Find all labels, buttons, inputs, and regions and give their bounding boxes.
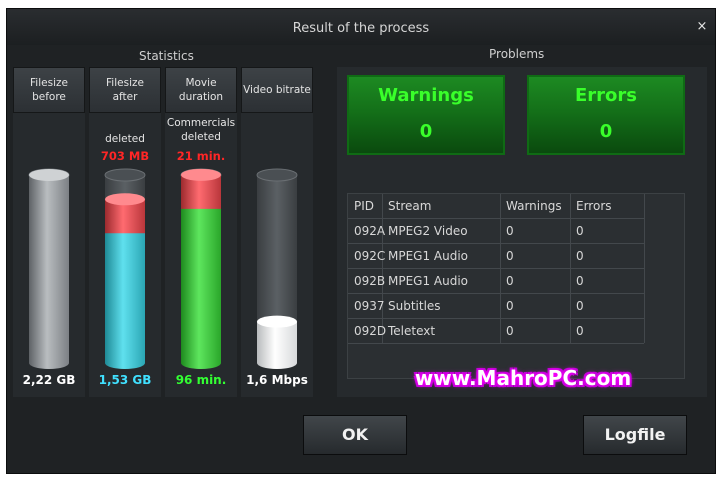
cylinder-fill — [181, 208, 221, 369]
streams-table: PID Stream Warnings Errors 092A MPEG2 Video 0 0… — [347, 193, 685, 379]
table-cell: 092A — [354, 224, 386, 238]
cylinder-fill — [105, 233, 145, 369]
ok-button[interactable]: OK — [303, 415, 407, 455]
stat-header-line2: before — [32, 91, 66, 103]
table-cell: 0937 — [354, 299, 385, 313]
stat-header-line2: after — [112, 91, 138, 103]
stat-deleted-amount: 703 MB — [100, 149, 150, 163]
table-column-divider — [644, 194, 645, 343]
stat-header-line1: Video bitrate — [243, 84, 311, 96]
stat-note-line2: deleted — [181, 131, 221, 143]
table-cell: MPEG2 Video — [388, 224, 468, 238]
stat-header-line1: Filesize — [30, 77, 68, 89]
warnings-title: Warnings — [378, 85, 474, 106]
table-header-cell: Stream — [388, 199, 432, 213]
table-row-divider — [348, 218, 644, 219]
table-cell: 0 — [506, 249, 514, 263]
result-dialog: Result of the process × Statistics Files… — [6, 8, 716, 474]
problems-label: Problems — [489, 47, 545, 61]
table-header-cell: Errors — [576, 199, 612, 213]
stat-column: Filesize after deleted 703 MB 1,53 GB — [89, 67, 161, 397]
stat-value: 1,6 Mbps — [246, 373, 308, 387]
cylinder-glass-top — [256, 168, 298, 182]
cylinder-deleted-top — [181, 168, 221, 181]
table-cell: 0 — [506, 224, 514, 238]
stat-note-line1: Commercials — [166, 117, 236, 129]
stat-cylinder — [28, 168, 70, 369]
stat-header-line1: Movie — [185, 77, 217, 89]
table-row-divider — [348, 343, 644, 344]
stat-header-line2: duration — [178, 91, 224, 103]
table-row-divider — [348, 293, 644, 294]
table-cell: 0 — [506, 274, 514, 288]
stat-header: Filesize after — [89, 67, 161, 113]
table-cell: 0 — [576, 324, 584, 338]
table-row-divider — [348, 268, 644, 269]
table-cell: 0 — [506, 299, 514, 313]
table-cell: 0 — [576, 249, 584, 263]
stat-header: Movie duration — [165, 67, 237, 113]
watermark-text: www.MahroPC.com — [414, 366, 632, 390]
dialog-title: Result of the process — [292, 21, 430, 36]
close-icon[interactable]: × — [695, 20, 709, 34]
table-cell: 0 — [576, 299, 584, 313]
stat-column: Movie duration Commercials deleted 21 min. 9… — [165, 67, 237, 397]
stat-cylinder — [180, 168, 222, 369]
table-header-cell: PID — [354, 199, 375, 213]
table-header-cell: Warnings — [506, 199, 562, 213]
cylinder-fill-top — [29, 169, 69, 181]
cylinder-fill — [257, 321, 297, 369]
stat-cylinder — [104, 168, 146, 369]
table-cell: 092D — [354, 324, 387, 338]
errors-title: Errors — [574, 85, 637, 106]
errors-count: 0 — [599, 121, 613, 142]
cylinder-deleted-top — [105, 193, 145, 206]
stat-header: Filesize before — [13, 67, 85, 113]
warnings-count: 0 — [419, 121, 433, 142]
logfile-button[interactable]: Logfile — [583, 415, 687, 455]
stat-value: 96 min. — [175, 373, 227, 387]
problems-panel: Warnings 0 Errors 0 PID Stream Warnings Err… — [337, 67, 707, 397]
stat-header: Video bitrate — [241, 67, 313, 113]
title-bar[interactable]: Result of the process × — [7, 9, 715, 45]
stat-deleted-amount: 21 min. — [176, 149, 226, 163]
table-row-divider — [348, 243, 644, 244]
table-cell: 0 — [576, 274, 584, 288]
table-row-divider — [348, 318, 644, 319]
table-cell: 0 — [576, 224, 584, 238]
table-cell: 0 — [506, 324, 514, 338]
table-cell: 092C — [354, 249, 386, 263]
cylinder-fill-top — [257, 315, 297, 328]
stat-value: 2,22 GB — [22, 373, 76, 387]
cylinder-glass-top — [104, 168, 146, 182]
errors-summary: Errors 0 — [527, 75, 685, 155]
warnings-summary: Warnings 0 — [347, 75, 505, 155]
stat-note-line1: deleted — [105, 133, 145, 145]
table-cell: MPEG1 Audio — [388, 274, 469, 288]
table-cell: MPEG1 Audio — [388, 249, 469, 263]
stat-column: Filesize before 2,22 GB — [13, 67, 85, 397]
table-cell: Subtitles — [388, 299, 441, 313]
stat-header-line1: Filesize — [106, 77, 144, 89]
stat-column: Video bitrate 1,6 Mbps — [241, 67, 313, 397]
stat-cylinder — [256, 168, 298, 369]
table-cell: Teletext — [388, 324, 436, 338]
statistics-label: Statistics — [139, 49, 194, 63]
stat-value: 1,53 GB — [98, 373, 152, 387]
table-cell: 092B — [354, 274, 386, 288]
cylinder-fill — [29, 175, 69, 369]
